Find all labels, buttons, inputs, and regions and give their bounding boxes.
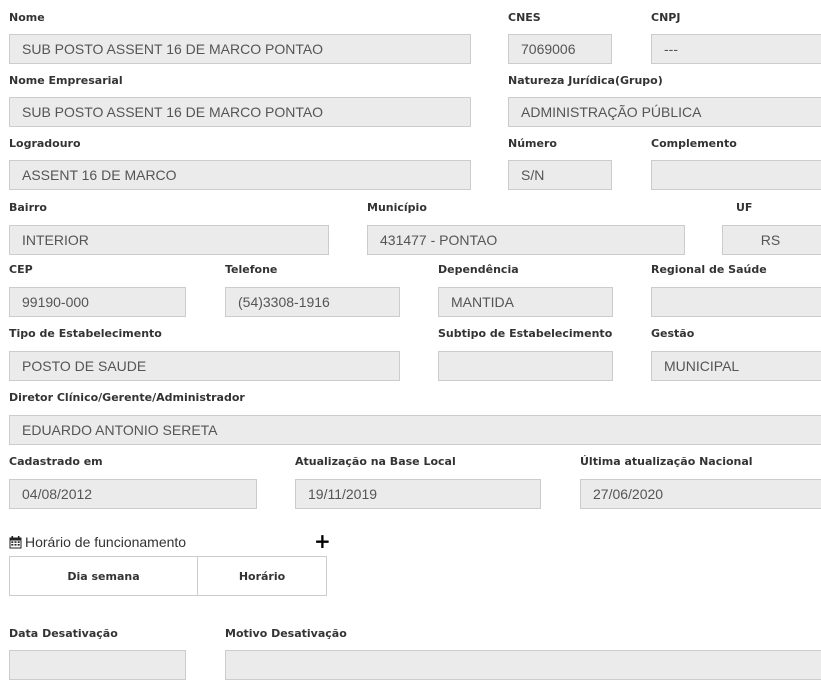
cadastrado-em-label: Cadastrado em [9, 455, 103, 468]
natureza-juridica-field[interactable]: ADMINISTRAÇÃO PÚBLICA [508, 97, 821, 127]
cnpj-label: CNPJ [651, 11, 681, 24]
uf-field[interactable]: RS [722, 225, 821, 255]
logradouro-label: Logradouro [9, 137, 81, 150]
atualizacao-base-local-field[interactable]: 19/11/2019 [295, 479, 541, 509]
numero-field[interactable]: S/N [508, 160, 612, 190]
telefone-label: Telefone [225, 263, 278, 276]
cep-label: CEP [9, 263, 33, 276]
nome-empresarial-label: Nome Empresarial [9, 74, 123, 87]
dependencia-label: Dependência [438, 263, 519, 276]
complemento-field[interactable] [651, 160, 821, 190]
gestao-label: Gestão [651, 327, 695, 340]
tipo-estabelecimento-field[interactable]: POSTO DE SAUDE [9, 351, 400, 381]
dependencia-field[interactable]: MANTIDA [438, 287, 613, 317]
regional-saude-field[interactable] [651, 287, 821, 317]
cnes-field[interactable]: 7069006 [508, 34, 612, 64]
calendar-icon [9, 535, 22, 553]
atualizacao-base-local-label: Atualização na Base Local [295, 455, 456, 468]
uf-label: UF [736, 201, 753, 214]
tipo-estabelecimento-label: Tipo de Estabelecimento [9, 327, 162, 340]
cadastrado-em-field[interactable]: 04/08/2012 [9, 479, 257, 509]
municipio-field[interactable]: 431477 - PONTAO [367, 225, 685, 255]
ultima-atualizacao-nacional-label: Última atualização Nacional [580, 455, 753, 468]
column-header-dia-semana: Dia semana [9, 556, 198, 596]
nome-field[interactable]: SUB POSTO ASSENT 16 DE MARCO PONTAO [9, 34, 471, 64]
cnes-label: CNES [508, 11, 541, 24]
horario-table-header-row: Dia semana Horário [9, 556, 327, 596]
natureza-juridica-label: Natureza Jurídica(Grupo) [508, 74, 663, 87]
bairro-field[interactable]: INTERIOR [9, 225, 329, 255]
subtipo-estabelecimento-label: Subtipo de Estabelecimento [438, 327, 613, 340]
subtipo-estabelecimento-field[interactable] [438, 351, 613, 381]
horario-title: Horário de funcionamento [25, 534, 187, 550]
cnpj-field[interactable]: --- [651, 34, 821, 64]
motivo-desativacao-field[interactable] [225, 650, 821, 680]
diretor-field[interactable]: EDUARDO ANTONIO SERETA [9, 415, 821, 445]
bairro-label: Bairro [9, 201, 47, 214]
logradouro-field[interactable]: ASSENT 16 DE MARCO [9, 160, 471, 190]
motivo-desativacao-label: Motivo Desativação [225, 627, 347, 640]
horario-table: Dia semana Horário [9, 556, 327, 596]
ultima-atualizacao-nacional-field[interactable]: 27/06/2020 [580, 479, 821, 509]
regional-saude-label: Regional de Saúde [651, 263, 767, 276]
numero-label: Número [508, 137, 557, 150]
cep-field[interactable]: 99190-000 [9, 287, 186, 317]
diretor-label: Diretor Clínico/Gerente/Administrador [9, 391, 245, 404]
complemento-label: Complemento [651, 137, 737, 150]
data-desativacao-label: Data Desativação [9, 627, 118, 640]
plus-icon[interactable]: + [314, 531, 331, 551]
municipio-label: Município [367, 201, 427, 214]
column-header-horario: Horário [197, 556, 327, 596]
data-desativacao-field[interactable] [9, 650, 186, 680]
nome-empresarial-field[interactable]: SUB POSTO ASSENT 16 DE MARCO PONTAO [9, 97, 471, 127]
nome-label: Nome [9, 11, 45, 24]
horario-header: Horário de funcionamento [9, 533, 186, 553]
gestao-field[interactable]: MUNICIPAL [651, 351, 821, 381]
telefone-field[interactable]: (54)3308-1916 [225, 287, 400, 317]
